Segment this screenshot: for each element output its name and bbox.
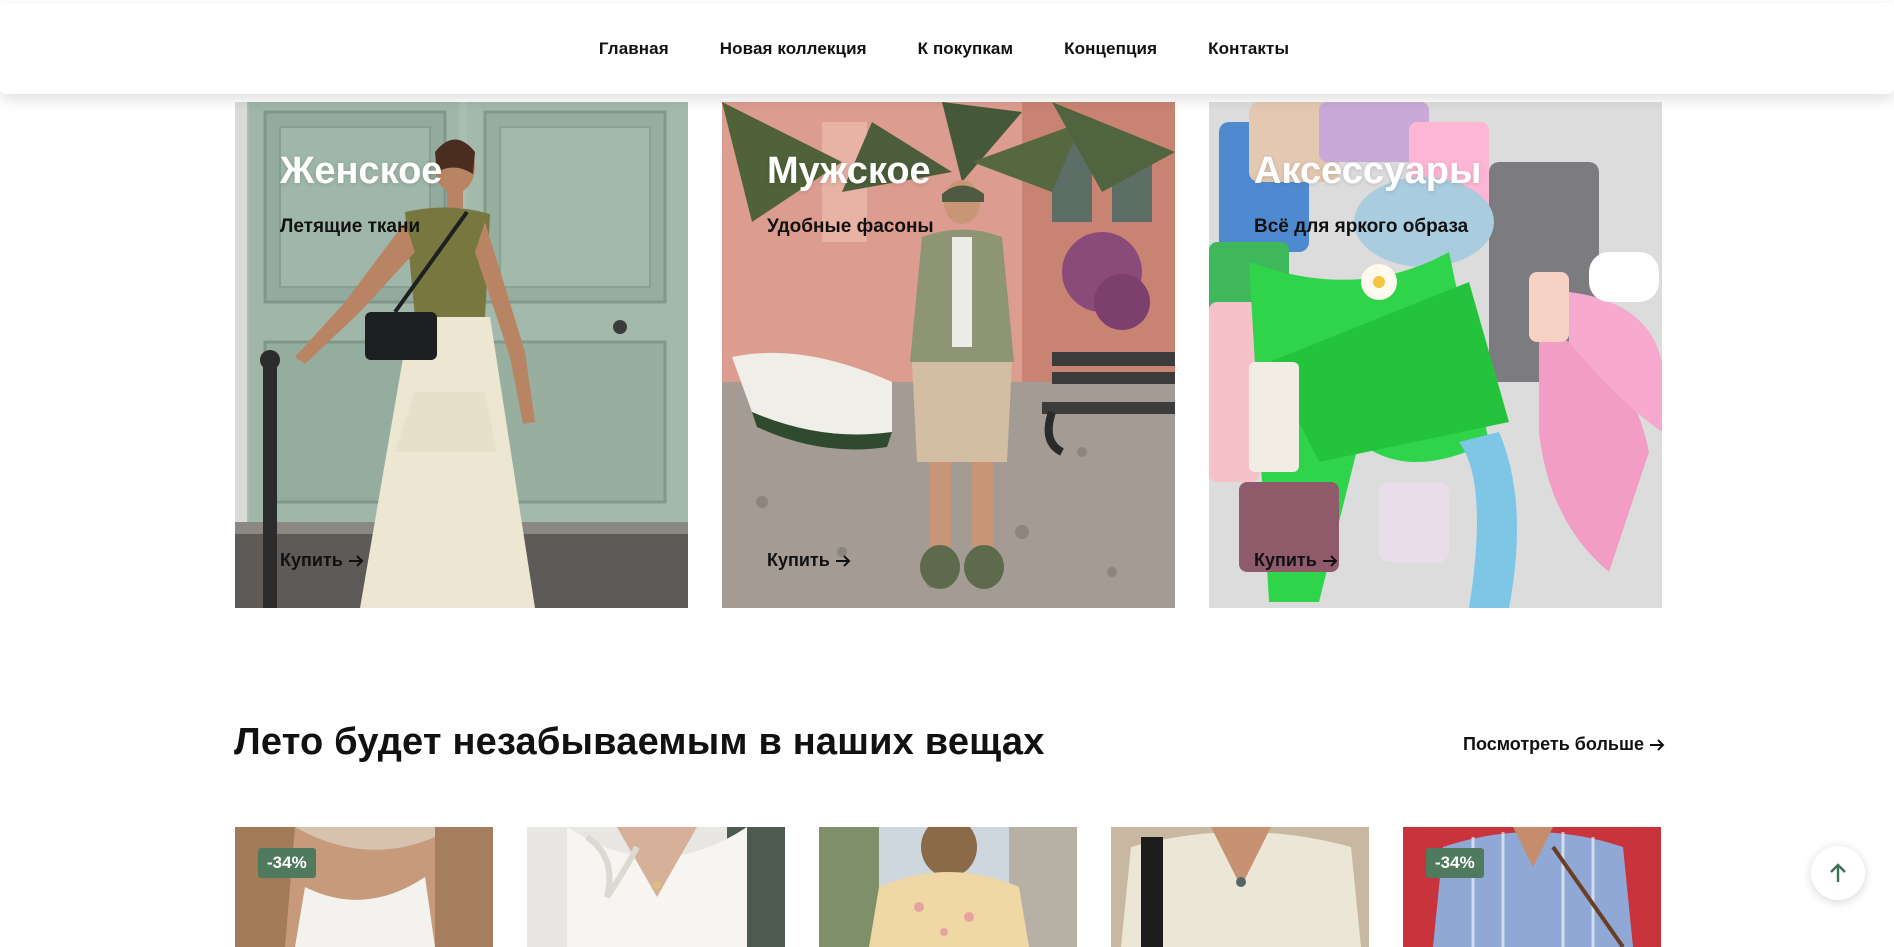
product-image	[527, 827, 785, 947]
category-card-men[interactable]: Мужское Удобные фасоны Купить	[722, 102, 1175, 608]
buy-label: Купить	[1254, 550, 1317, 570]
nav-concept[interactable]: Концепция	[1064, 39, 1157, 59]
category-subtitle: Всё для яркого образа	[1254, 216, 1469, 237]
product-grid: -34% -34%	[235, 827, 1664, 947]
site-header: Главная Новая коллекция К покупкам Конце…	[0, 3, 1894, 94]
arrow-right-icon	[1649, 738, 1665, 751]
scroll-to-top-button[interactable]	[1811, 846, 1865, 900]
category-title: Мужское	[767, 150, 931, 192]
category-subtitle: Летящие ткани	[280, 216, 421, 237]
product-card[interactable]	[1111, 827, 1369, 947]
product-image	[1403, 827, 1661, 947]
category-title: Аксессуары	[1254, 150, 1482, 192]
nav-new-collection[interactable]: Новая коллекция	[720, 39, 867, 59]
product-card[interactable]	[527, 827, 785, 947]
category-cards: Женское Летящие ткани Купить Мужское Удо…	[235, 102, 1664, 608]
product-image	[235, 827, 493, 947]
nav-contacts[interactable]: Контакты	[1208, 39, 1289, 59]
main-nav: Главная Новая коллекция К покупкам Конце…	[599, 39, 1289, 59]
buy-label: Купить	[767, 550, 830, 570]
product-image	[819, 827, 1077, 947]
nav-home[interactable]: Главная	[599, 39, 669, 59]
buy-link-women[interactable]: Купить	[280, 550, 364, 571]
see-more-label: Посмотреть больше	[1463, 734, 1644, 754]
discount-badge: -34%	[1426, 848, 1484, 878]
product-image	[1111, 827, 1369, 947]
buy-link-accessories[interactable]: Купить	[1254, 550, 1338, 571]
category-subtitle: Удобные фасоны	[767, 216, 934, 237]
product-card[interactable]: -34%	[235, 827, 493, 947]
discount-badge: -34%	[258, 848, 316, 878]
arrow-right-icon	[835, 554, 851, 567]
buy-label: Купить	[280, 550, 343, 570]
see-more-link[interactable]: Посмотреть больше	[1463, 734, 1665, 755]
product-card[interactable]: -34%	[1403, 827, 1661, 947]
arrow-up-icon	[1830, 863, 1846, 882]
category-card-accessories[interactable]: Аксессуары Всё для яркого образа Купить	[1209, 102, 1662, 608]
arrow-right-icon	[1322, 554, 1338, 567]
section-title: Лето будет незабываемым в наших вещах	[234, 721, 1045, 763]
product-card[interactable]	[819, 827, 1077, 947]
category-title: Женское	[280, 150, 443, 192]
buy-link-men[interactable]: Купить	[767, 550, 851, 571]
nav-shop[interactable]: К покупкам	[918, 39, 1014, 59]
arrow-right-icon	[348, 554, 364, 567]
category-card-women[interactable]: Женское Летящие ткани Купить	[235, 102, 688, 608]
